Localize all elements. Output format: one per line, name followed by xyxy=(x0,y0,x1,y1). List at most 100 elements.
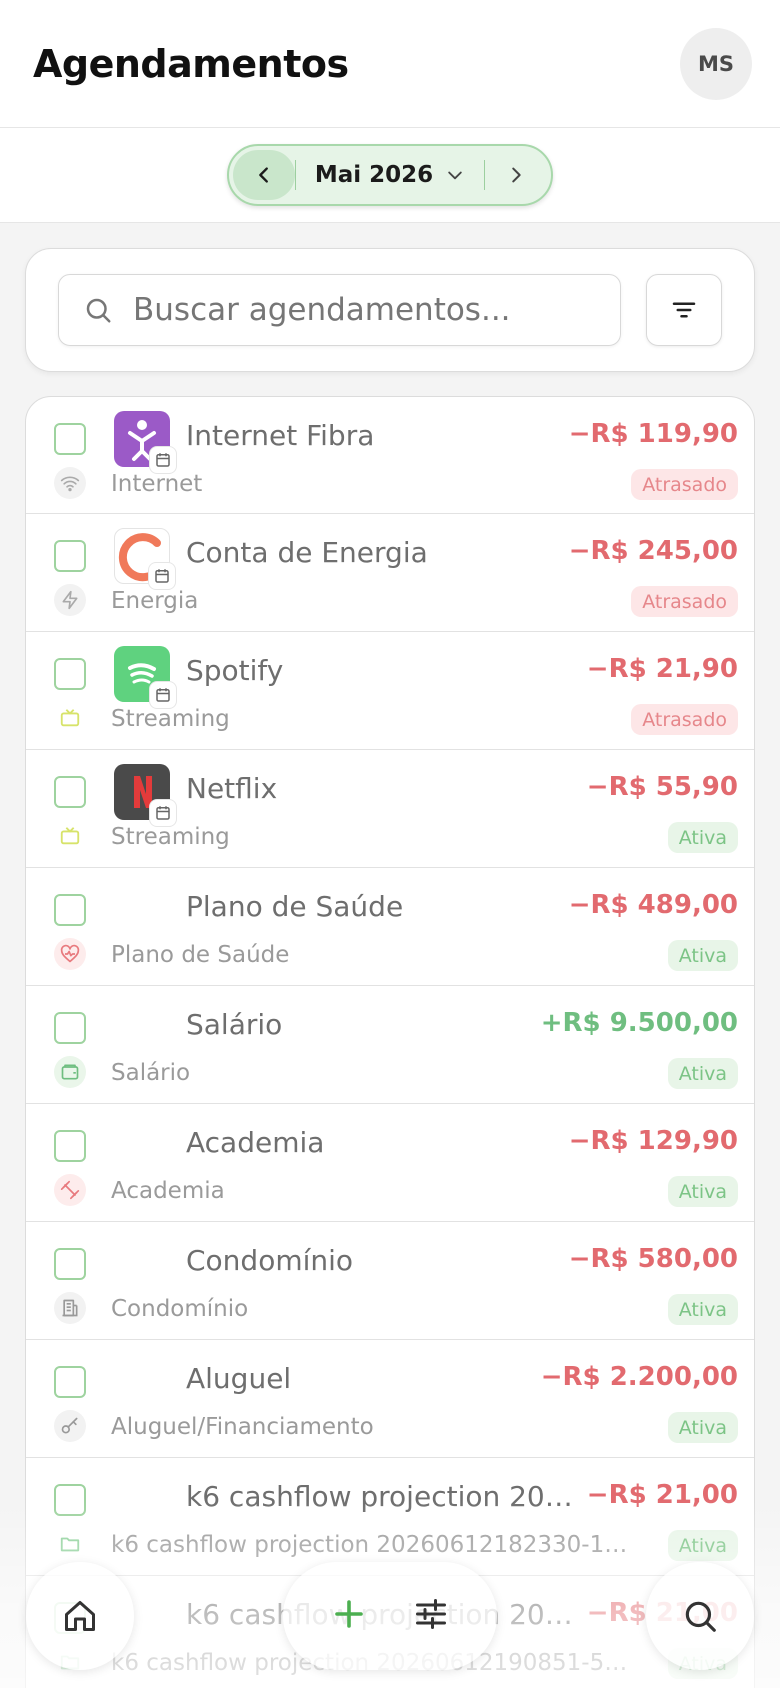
item-category: Condomínio xyxy=(111,1296,249,1322)
row-checkbox[interactable] xyxy=(54,776,86,808)
search-button[interactable] xyxy=(646,1562,754,1670)
wallet-icon xyxy=(54,1056,86,1088)
schedule-list: Internet Fibra Internet −R$ 119,90 Atras… xyxy=(25,396,755,1688)
list-item[interactable]: Condomínio Condomínio −R$ 580,00 Ativa xyxy=(26,1222,754,1340)
bottom-actions xyxy=(283,1562,497,1670)
item-title: Academia xyxy=(186,1126,325,1159)
item-amount: −R$ 580,00 xyxy=(568,1244,738,1274)
search-box[interactable] xyxy=(58,274,621,346)
list-item[interactable]: k6 cashflow projection 202... k6 cashflo… xyxy=(26,1458,754,1576)
building-icon xyxy=(54,1292,86,1324)
status-badge: Ativa xyxy=(667,1294,738,1325)
search-icon xyxy=(685,1601,716,1632)
avatar[interactable]: MS xyxy=(680,27,752,100)
row-checkbox[interactable] xyxy=(54,423,86,455)
item-title: Plano de Saúde xyxy=(186,890,404,923)
filters-button[interactable] xyxy=(413,1596,449,1636)
item-amount: −R$ 55,90 xyxy=(586,772,738,802)
month-bar: Mai 2026 xyxy=(0,128,780,223)
tv-icon xyxy=(54,820,86,852)
energy-company-logo xyxy=(114,528,175,589)
item-category: Energia xyxy=(111,588,199,614)
home-button[interactable] xyxy=(26,1562,134,1670)
item-category: Aluguel/Financiamento xyxy=(111,1414,374,1440)
item-title: Spotify xyxy=(186,654,284,687)
app-header: Agendamentos MS xyxy=(0,0,780,128)
calendar-icon xyxy=(150,800,176,826)
row-checkbox[interactable] xyxy=(54,894,86,926)
item-amount: +R$ 9.500,00 xyxy=(540,1008,738,1038)
prev-month-button[interactable] xyxy=(233,150,295,200)
page-title: Agendamentos xyxy=(33,41,349,86)
status-badge: Atrasado xyxy=(631,586,738,617)
item-amount: −R$ 119,90 xyxy=(568,419,738,449)
item-amount: −R$ 489,00 xyxy=(568,890,738,920)
add-button[interactable] xyxy=(331,1596,367,1636)
month-dropdown[interactable]: Mai 2026 xyxy=(296,162,484,188)
item-title: Conta de Energia xyxy=(186,536,428,569)
status-badge: Ativa xyxy=(667,1412,738,1443)
item-amount: −R$ 245,00 xyxy=(568,536,738,566)
item-category: Streaming xyxy=(111,706,230,732)
list-item[interactable]: Conta de Energia Energia −R$ 245,00 Atra… xyxy=(26,514,754,632)
list-item[interactable]: Aluguel Aluguel/Financiamento −R$ 2.200,… xyxy=(26,1340,754,1458)
sliders-icon xyxy=(416,1599,446,1629)
netflix-logo xyxy=(114,764,176,826)
status-badge: Ativa xyxy=(667,1176,738,1207)
home-icon xyxy=(65,1601,95,1631)
heart-pulse-icon xyxy=(54,938,86,970)
calendar-icon xyxy=(150,447,176,473)
list-item[interactable]: Academia Academia −R$ 129,90 Ativa xyxy=(26,1104,754,1222)
item-category: Academia xyxy=(111,1178,225,1204)
calendar-icon xyxy=(150,682,176,708)
calendar-icon xyxy=(149,563,175,589)
item-title: k6 cashflow projection 202... xyxy=(186,1480,576,1513)
item-category: Plano de Saúde xyxy=(111,942,290,968)
tv-icon xyxy=(54,702,86,734)
status-badge: Atrasado xyxy=(631,704,738,735)
row-checkbox[interactable] xyxy=(54,658,86,690)
item-category: Internet xyxy=(111,471,203,497)
plus-icon xyxy=(335,1600,363,1628)
item-amount: −R$ 21,90 xyxy=(586,654,738,684)
next-month-button[interactable] xyxy=(485,150,547,200)
status-badge: Atrasado xyxy=(631,469,738,500)
item-category: k6 cashflow projection 20260612182330-11… xyxy=(111,1532,631,1558)
list-item[interactable]: Internet Fibra Internet −R$ 119,90 Atras… xyxy=(26,397,754,514)
list-item[interactable]: Netflix Streaming −R$ 55,90 Ativa xyxy=(26,750,754,868)
list-item[interactable]: Salário Salário +R$ 9.500,00 Ativa xyxy=(26,986,754,1104)
chevron-down-icon xyxy=(448,171,462,180)
search-input[interactable] xyxy=(133,292,593,328)
status-badge: Ativa xyxy=(667,1058,738,1089)
filter-icon xyxy=(672,302,696,318)
status-badge: Ativa xyxy=(667,822,738,853)
folder-icon xyxy=(54,1528,86,1560)
key-icon xyxy=(54,1410,86,1442)
chevron-left-icon xyxy=(259,167,268,183)
row-checkbox[interactable] xyxy=(54,1484,86,1516)
chevron-right-icon xyxy=(512,167,521,183)
item-amount: −R$ 2.200,00 xyxy=(540,1362,738,1392)
month-label: Mai 2026 xyxy=(314,162,434,188)
status-badge: Ativa xyxy=(667,1530,738,1561)
search-icon xyxy=(86,298,111,323)
item-category: Salário xyxy=(111,1060,191,1086)
row-checkbox[interactable] xyxy=(54,1366,86,1398)
item-category: Streaming xyxy=(111,824,230,850)
item-title: Condomínio xyxy=(186,1244,354,1277)
item-title: Salário xyxy=(186,1008,283,1041)
list-item[interactable]: Plano de Saúde Plano de Saúde −R$ 489,00… xyxy=(26,868,754,986)
row-checkbox[interactable] xyxy=(54,1248,86,1280)
dumbbell-icon xyxy=(54,1174,86,1206)
filter-button[interactable] xyxy=(646,274,722,346)
item-title: Netflix xyxy=(186,772,278,805)
item-title: Aluguel xyxy=(186,1362,292,1395)
row-checkbox[interactable] xyxy=(54,1130,86,1162)
row-checkbox[interactable] xyxy=(54,1012,86,1044)
list-item[interactable]: Spotify Streaming −R$ 21,90 Atrasado xyxy=(26,632,754,750)
search-card xyxy=(25,248,755,372)
status-badge: Ativa xyxy=(667,940,738,971)
month-selector: Mai 2026 xyxy=(227,144,553,206)
spotify-logo xyxy=(114,646,176,708)
row-checkbox[interactable] xyxy=(54,540,86,572)
